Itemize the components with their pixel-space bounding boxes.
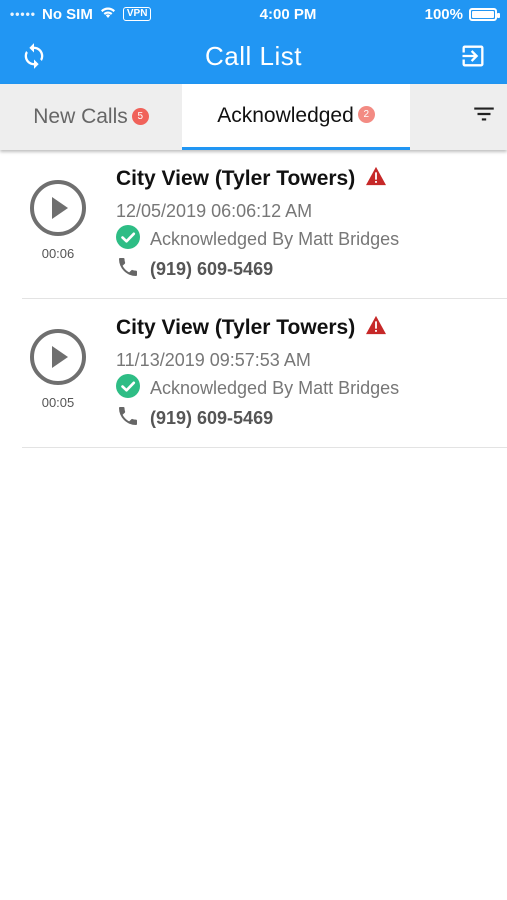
tab-acknowledged-label: Acknowledged: [217, 103, 354, 127]
signal-dots-icon: •••••: [10, 7, 37, 21]
vpn-badge: VPN: [122, 7, 152, 21]
new-calls-count-badge: 5: [131, 107, 149, 125]
carrier-label: No SIM: [42, 5, 93, 23]
call-location: City View (Tyler Towers): [116, 167, 356, 190]
tab-bar: New Calls 5 Acknowledged 2: [0, 84, 507, 150]
play-button[interactable]: [30, 329, 86, 385]
call-duration: 00:06: [41, 246, 75, 261]
phone-number[interactable]: (919) 609-5469: [150, 408, 273, 429]
call-timestamp: 11/13/2019 09:57:53 AM: [116, 350, 311, 370]
phone-icon: [116, 255, 140, 284]
tab-acknowledged[interactable]: Acknowledged 2: [182, 84, 410, 150]
call-location: City View (Tyler Towers): [116, 316, 356, 339]
filter-button[interactable]: [410, 84, 507, 150]
phone-number[interactable]: (919) 609-5469: [150, 259, 273, 280]
logout-icon[interactable]: [457, 40, 489, 72]
acknowledged-count-badge: 2: [357, 106, 375, 123]
app-bar: Call List: [0, 28, 507, 84]
status-time: 4:00 PM: [259, 5, 317, 23]
acknowledged-status: Acknowledged By Matt Bridges: [150, 377, 400, 398]
play-button[interactable]: [30, 180, 86, 236]
tab-new-calls[interactable]: New Calls 5: [0, 84, 182, 150]
call-list: 00:06 City View (Tyler Towers) 12/05/201…: [0, 150, 507, 448]
status-bar: ••••• No SIM VPN 4:00 PM 100%: [0, 0, 507, 28]
page-title: Call List: [205, 40, 302, 71]
wifi-icon: [99, 5, 117, 23]
call-timestamp: 12/05/2019 06:06:12 AM: [116, 201, 313, 221]
tab-new-calls-label: New Calls: [33, 105, 128, 128]
check-circle-icon: [116, 373, 140, 403]
call-row[interactable]: 00:06 City View (Tyler Towers) 12/05/201…: [22, 150, 507, 299]
warning-icon: [365, 166, 387, 192]
battery-icon: [469, 7, 500, 21]
phone-icon: [116, 404, 140, 433]
battery-percent: 100%: [424, 5, 463, 23]
warning-icon: [365, 315, 387, 341]
call-duration: 00:05: [41, 395, 75, 410]
check-circle-icon: [116, 224, 140, 254]
filter-icon: [471, 101, 497, 133]
call-row[interactable]: 00:05 City View (Tyler Towers) 11/13/201…: [22, 299, 507, 448]
acknowledged-status: Acknowledged By Matt Bridges: [150, 228, 400, 249]
refresh-icon[interactable]: [18, 40, 50, 72]
